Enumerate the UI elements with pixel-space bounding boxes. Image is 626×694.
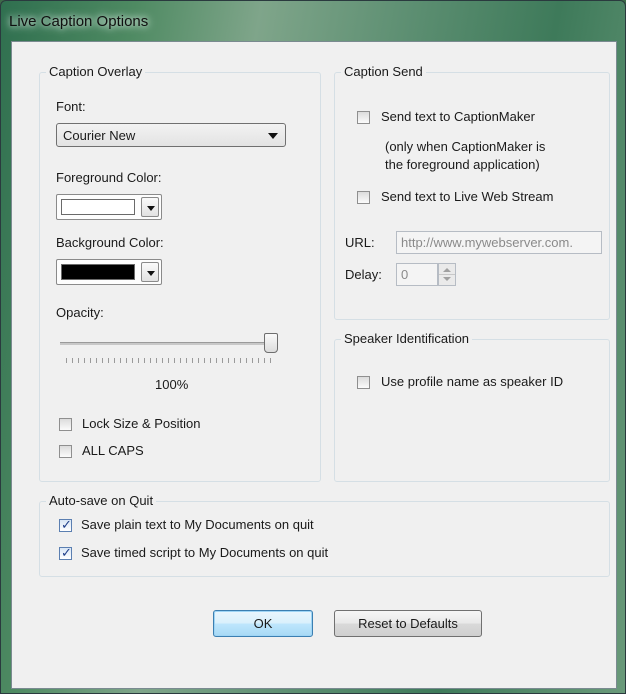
background-color-swatch <box>61 264 135 280</box>
opacity-slider-ticks <box>66 358 274 363</box>
caption-send-group-label: Caption Send <box>341 64 426 79</box>
send-captionmaker-checkbox[interactable] <box>357 111 370 124</box>
captionmaker-note-line2: the foreground application) <box>385 157 540 172</box>
ok-button[interactable]: OK <box>213 610 313 637</box>
font-label: Font: <box>56 99 86 114</box>
send-captionmaker-label[interactable]: Send text to CaptionMaker <box>381 109 535 124</box>
spinner-up-icon <box>443 268 451 272</box>
opacity-label: Opacity: <box>56 305 104 320</box>
auto-save-group: Auto-save on Quit Save plain text to My … <box>39 493 610 577</box>
delay-label: Delay: <box>345 267 382 282</box>
send-web-stream-checkbox[interactable] <box>357 191 370 204</box>
save-plain-text-checkbox[interactable] <box>59 517 72 533</box>
save-timed-script-label[interactable]: Save timed script to My Documents on qui… <box>81 545 328 560</box>
font-dropdown[interactable]: Courier New <box>56 123 286 147</box>
opacity-slider-thumb[interactable] <box>264 333 278 353</box>
opacity-slider-track[interactable] <box>60 342 272 345</box>
spinner-down-icon <box>443 277 451 281</box>
window-title: Live Caption Options <box>9 13 149 30</box>
send-web-stream-label[interactable]: Send text to Live Web Stream <box>381 189 553 204</box>
opacity-value: 100% <box>155 377 189 392</box>
speaker-identification-group-label: Speaker Identification <box>341 331 473 346</box>
caption-overlay-group: Caption Overlay Font: Courier New Foregr… <box>39 64 321 482</box>
background-color-dropdown-button[interactable] <box>141 262 159 282</box>
dialog-window: Live Caption Options Caption Overlay Fon… <box>0 0 626 694</box>
speaker-identification-group: Speaker Identification Use profile name … <box>334 331 610 482</box>
chevron-down-icon <box>268 133 278 139</box>
caption-overlay-group-label: Caption Overlay <box>46 64 146 79</box>
foreground-color-label: Foreground Color: <box>56 170 162 185</box>
background-color-picker[interactable] <box>56 259 162 285</box>
spinner-divider <box>439 274 455 275</box>
lock-size-label[interactable]: Lock Size & Position <box>82 416 201 431</box>
all-caps-checkbox[interactable] <box>59 445 72 458</box>
caption-send-group: Caption Send Send text to CaptionMaker (… <box>334 64 610 320</box>
foreground-color-dropdown-button[interactable] <box>141 197 159 217</box>
font-dropdown-value: Courier New <box>63 128 136 143</box>
delay-spinner[interactable] <box>438 263 456 286</box>
reset-to-defaults-button[interactable]: Reset to Defaults <box>334 610 482 637</box>
save-plain-text-label[interactable]: Save plain text to My Documents on quit <box>81 517 314 532</box>
save-timed-script-checkbox[interactable] <box>59 545 72 561</box>
title-bar[interactable]: Live Caption Options <box>1 1 626 41</box>
lock-size-checkbox[interactable] <box>59 418 72 431</box>
all-caps-label[interactable]: ALL CAPS <box>82 443 144 458</box>
dialog-client-area: Caption Overlay Font: Courier New Foregr… <box>11 41 617 689</box>
foreground-color-swatch <box>61 199 135 215</box>
auto-save-group-label: Auto-save on Quit <box>46 493 157 508</box>
profile-speaker-id-checkbox[interactable] <box>357 376 370 389</box>
url-label: URL: <box>345 235 375 250</box>
delay-input[interactable]: 0 <box>396 263 438 286</box>
captionmaker-note-line1: (only when CaptionMaker is <box>385 139 546 154</box>
profile-speaker-id-label[interactable]: Use profile name as speaker ID <box>381 374 563 389</box>
url-input[interactable]: http://www.mywebserver.com. <box>396 231 602 254</box>
background-color-label: Background Color: <box>56 235 164 250</box>
foreground-color-picker[interactable] <box>56 194 162 220</box>
